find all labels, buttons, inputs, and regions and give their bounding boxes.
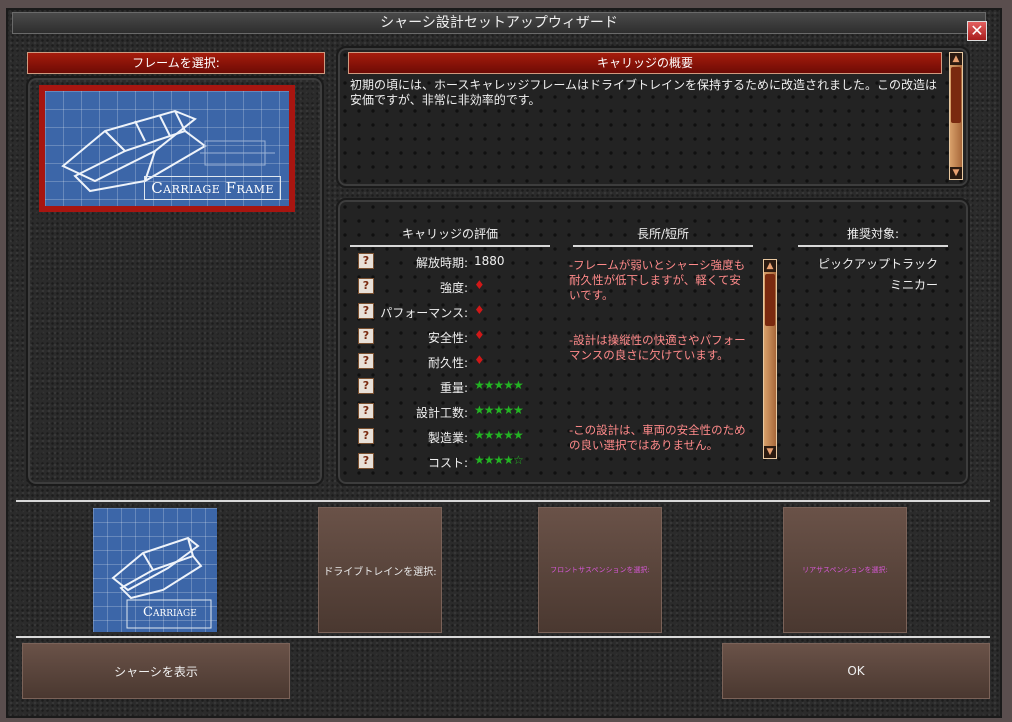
pros-cons-text: -フレームが弱いとシャーシ強度も耐久性が低下しますが、軽くて安いです。 -設計は… <box>569 258 749 458</box>
title-bar: シャーシ設計セットアップウィザード <box>12 12 986 34</box>
help-button[interactable]: ? <box>358 328 374 344</box>
rating-label: 設計工数: <box>415 406 468 420</box>
help-button[interactable]: ? <box>358 278 374 294</box>
select-drivetrain-label: ドライブトレインを選択: <box>323 566 437 578</box>
pros-cons-item: -設計は操縦性の快適さやパフォーマンスの良さに欠けています。 <box>569 333 746 362</box>
select-drivetrain-button[interactable]: ドライブトレインを選択: <box>318 507 442 633</box>
pros-cons-item: -この設計は、車両の安全性のための良い選択ではありません。 <box>569 423 746 452</box>
close-icon[interactable]: ✕ <box>970 21 983 40</box>
rating-label: パフォーマンス: <box>380 306 468 320</box>
ok-label: OK <box>847 664 865 678</box>
pros-cons-scrollbar[interactable]: ▲ ▼ <box>763 259 777 459</box>
green-star-icon: ★★★★★ <box>474 378 524 392</box>
evaluation-heading: キャリッジの評価 <box>350 225 550 247</box>
thumbnail-label: Carriage <box>143 605 197 620</box>
scroll-up-icon[interactable]: ▲ <box>764 260 776 272</box>
select-front-suspension-label: フロントサスペンションを選択: <box>550 566 650 574</box>
divider <box>16 500 990 502</box>
rating-value: 1880 <box>474 254 505 268</box>
frame-blueprint-image: Carriage Frame <box>45 91 289 206</box>
scroll-thumb[interactable] <box>951 67 961 123</box>
window-title: シャーシ設計セットアップウィザード <box>380 15 618 31</box>
help-button[interactable]: ? <box>358 303 374 319</box>
frame-select-header: フレームを選択: <box>27 52 325 74</box>
green-star-icon: ★★★★★ <box>474 403 524 417</box>
select-rear-suspension-label: リアサスペンションを選択: <box>802 566 888 574</box>
overview-header: キャリッジの概要 <box>348 52 942 74</box>
recommended-item: ピックアップトラック <box>818 257 939 271</box>
selected-frame-thumbnail[interactable]: Carriage <box>93 508 217 632</box>
frame-card-label: Carriage Frame <box>144 176 281 200</box>
frame-select-label: フレームを選択: <box>132 56 220 70</box>
scroll-up-icon[interactable]: ▲ <box>950 53 962 65</box>
recommended-heading: 推奨対象: <box>798 225 948 247</box>
select-rear-suspension-button[interactable]: リアサスペンションを選択: <box>783 507 907 633</box>
help-button[interactable]: ? <box>358 453 374 469</box>
help-button[interactable]: ? <box>358 378 374 394</box>
select-front-suspension-button[interactable]: フロントサスペンションを選択: <box>538 507 662 633</box>
rating-label: 強度: <box>439 281 468 295</box>
rating-label: コスト: <box>427 456 468 470</box>
frame-card-carriage[interactable]: Carriage Frame <box>39 85 295 212</box>
overview-title: キャリッジの概要 <box>596 56 693 70</box>
ok-button[interactable]: OK <box>722 643 990 699</box>
close-button[interactable]: ✕ <box>967 21 987 41</box>
show-chassis-button[interactable]: シャーシを表示 <box>22 643 290 699</box>
pros-cons-heading: 長所/短所 <box>573 225 753 247</box>
pros-cons-item: -フレームが弱いとシャーシ強度も耐久性が低下しますが、軽くて安いです。 <box>569 258 746 302</box>
green-star-icon: ★★★★☆ <box>474 453 524 467</box>
scroll-down-icon[interactable]: ▼ <box>764 446 776 458</box>
red-pin-icon: ♦ <box>474 278 485 292</box>
rating-label: 耐久性: <box>427 356 468 370</box>
overview-text: 初期の頃には、ホースキャレッジフレームはドライブトレインを保持するために改造され… <box>350 78 938 107</box>
show-chassis-label: シャーシを表示 <box>114 664 198 679</box>
rating-label: 安全性: <box>427 331 468 345</box>
help-button[interactable]: ? <box>358 403 374 419</box>
help-button[interactable]: ? <box>358 353 374 369</box>
red-pin-icon: ♦ <box>474 328 485 342</box>
help-button[interactable]: ? <box>358 428 374 444</box>
rating-label: 重量: <box>439 381 468 395</box>
divider <box>16 636 990 638</box>
red-pin-icon: ♦ <box>474 303 485 317</box>
help-button[interactable]: ? <box>358 253 374 269</box>
scroll-thumb[interactable] <box>765 274 775 326</box>
green-star-icon: ★★★★★ <box>474 428 524 442</box>
scroll-down-icon[interactable]: ▼ <box>950 167 962 179</box>
overview-scrollbar[interactable]: ▲ ▼ <box>949 52 963 180</box>
red-pin-icon: ♦ <box>474 353 485 367</box>
rating-label: 製造業: <box>427 431 468 445</box>
recommended-item: ミニカー <box>889 278 938 292</box>
rating-label: 解放時期: <box>415 256 468 270</box>
